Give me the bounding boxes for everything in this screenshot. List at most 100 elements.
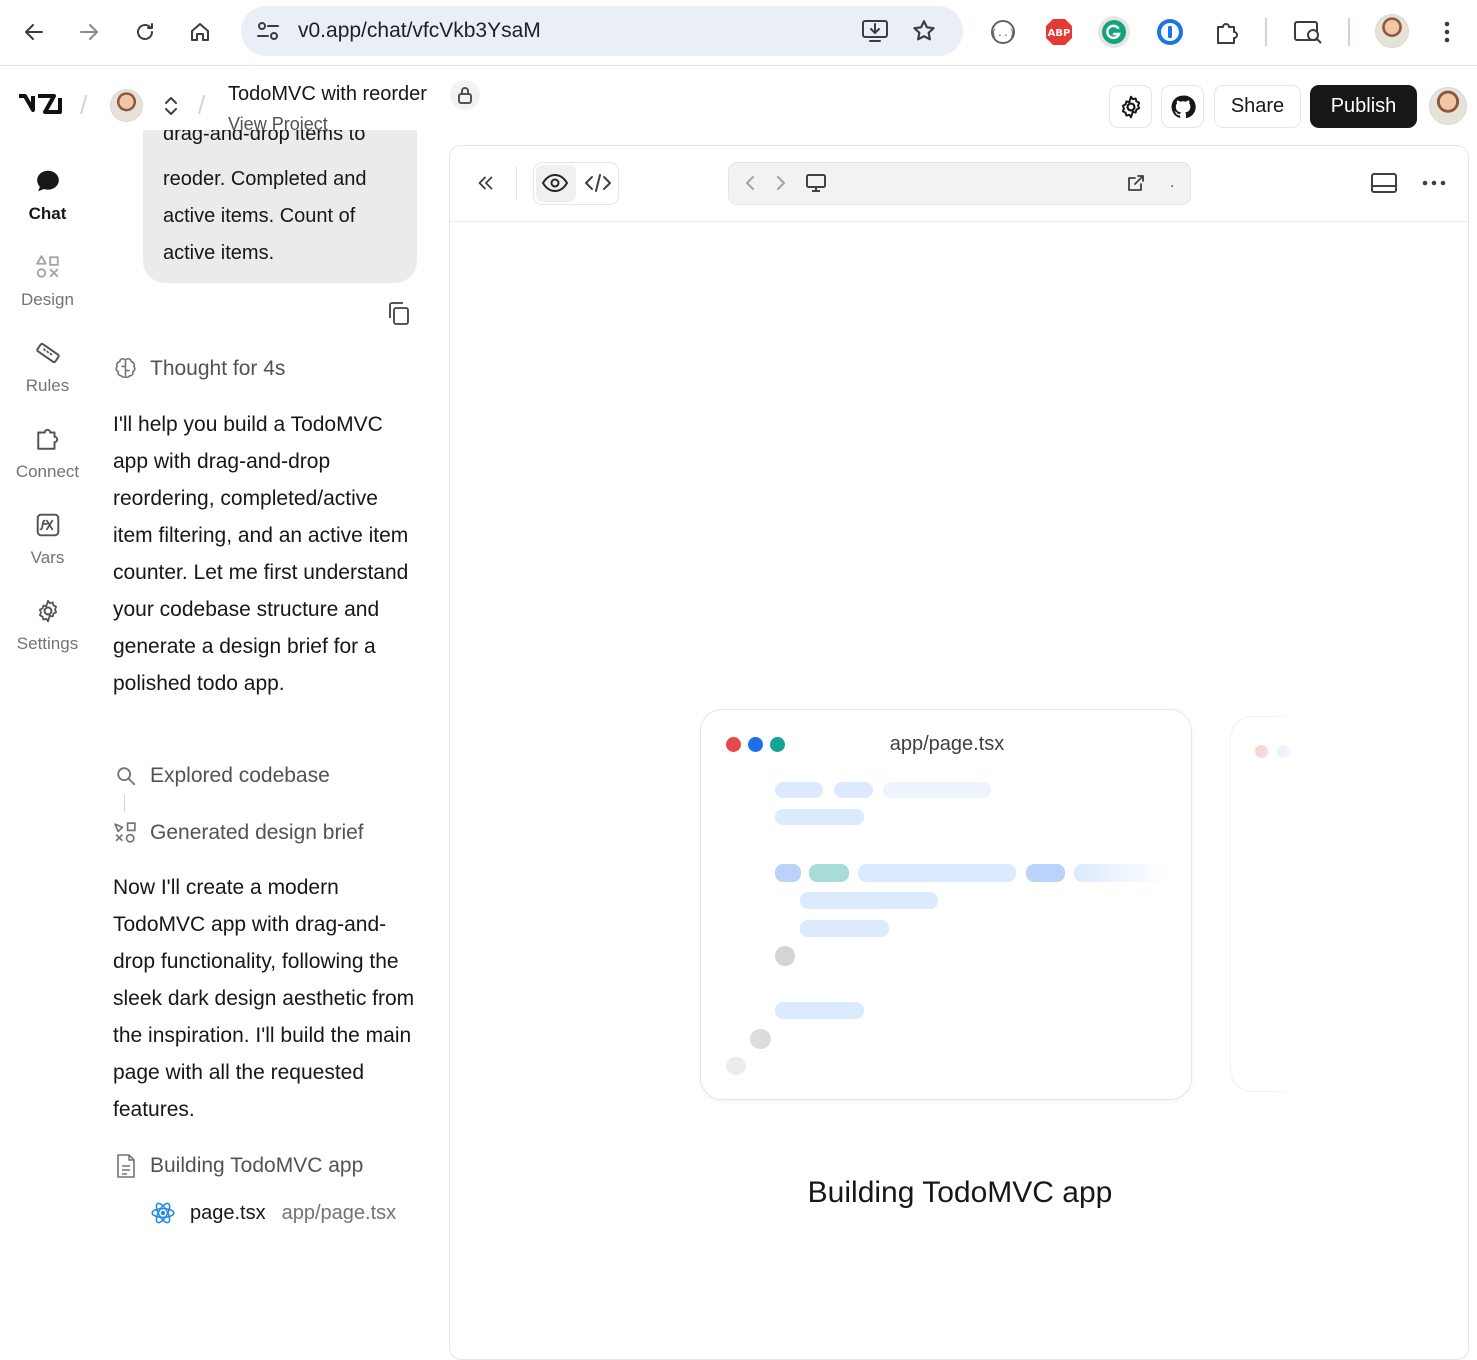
private-lock-icon[interactable] xyxy=(450,80,480,110)
explored-codebase-label: Explored codebase xyxy=(150,764,330,787)
preview-address-bar[interactable] xyxy=(728,162,1191,205)
ruler-icon xyxy=(35,342,60,364)
rail-label: Rules xyxy=(25,376,70,395)
project-settings-button[interactable] xyxy=(1109,85,1152,128)
design-shapes-icon xyxy=(35,255,59,278)
building-step-label: Building TodoMVC app xyxy=(150,1154,364,1177)
toolbar-separator xyxy=(1348,18,1350,46)
rail-item-chat[interactable]: Chat xyxy=(0,168,95,224)
rail-item-rules[interactable]: Rules xyxy=(0,340,95,396)
bookmark-star-icon[interactable] xyxy=(911,18,937,44)
code-skeleton-line xyxy=(800,892,938,909)
assistant-message-1: I'll help you build a TodoMVC app with d… xyxy=(113,413,409,695)
design-shapes-icon xyxy=(113,820,138,845)
file-name: page.tsx xyxy=(190,1201,266,1224)
team-avatar[interactable] xyxy=(110,89,143,122)
rail-label: Connect xyxy=(15,462,80,481)
forward-button[interactable] xyxy=(71,14,107,50)
share-button[interactable]: Share xyxy=(1214,85,1301,128)
reload-button[interactable] xyxy=(127,14,163,50)
breadcrumb-separator: / xyxy=(80,90,88,120)
rail-label: Design xyxy=(21,290,74,309)
v0-logo[interactable] xyxy=(18,92,64,116)
url-text[interactable]: v0.app/chat/vfcVkb3YsaM xyxy=(298,19,541,43)
code-skeleton-line xyxy=(834,782,873,798)
site-settings-icon[interactable] xyxy=(255,19,281,43)
extension-1password-icon[interactable] xyxy=(1152,14,1188,50)
project-title[interactable]: TodoMVC with reorder xyxy=(228,83,427,106)
user-message-cut-line: drag-and-drop items to xyxy=(163,130,366,145)
collapse-chat-icon[interactable] xyxy=(470,168,500,198)
rail-label: Vars xyxy=(30,548,65,567)
explored-codebase-step[interactable]: Explored codebase xyxy=(113,764,330,788)
rail-item-connect[interactable]: Connect xyxy=(0,426,95,482)
home-icon xyxy=(191,23,209,41)
extension-grammarly-icon[interactable] xyxy=(1096,14,1132,50)
react-icon xyxy=(150,1200,176,1226)
assistant-message-2: Now I'll create a modern TodoMVC app wit… xyxy=(113,876,415,1121)
gear-icon xyxy=(38,599,57,623)
file-entry[interactable]: page.tsx app/page.tsx xyxy=(150,1200,396,1226)
gear-icon xyxy=(1121,95,1140,118)
rail-item-settings[interactable]: Settings xyxy=(0,598,95,654)
extension-regex-icon[interactable]: (..) xyxy=(985,14,1021,50)
more-options-icon[interactable] xyxy=(1418,172,1450,194)
code-skeleton-line xyxy=(883,782,991,798)
publish-button[interactable]: Publish xyxy=(1310,85,1417,128)
code-skeleton-line xyxy=(800,920,889,937)
rail-item-design[interactable]: Design xyxy=(0,254,95,310)
variable-icon xyxy=(36,513,59,537)
design-brief-step[interactable]: Generated design brief xyxy=(113,820,364,845)
breadcrumb-separator: / xyxy=(198,90,206,120)
code-skeleton-line xyxy=(809,864,849,882)
card-filename: app/page.tsx xyxy=(889,733,1005,755)
svg-text:ABP: ABP xyxy=(1048,28,1071,39)
open-external-icon[interactable] xyxy=(1125,172,1147,194)
tab-search-icon[interactable] xyxy=(1290,14,1326,50)
thought-step[interactable]: Thought for 4s xyxy=(113,356,285,381)
arrow-right-icon xyxy=(80,24,98,40)
code-skeleton-dot xyxy=(750,1029,771,1049)
code-skeleton-line xyxy=(1074,864,1168,882)
code-view-icon[interactable] xyxy=(582,168,614,198)
chat-bubble-icon xyxy=(36,170,59,192)
building-step[interactable]: Building TodoMVC app xyxy=(113,1153,363,1179)
browser-profile-avatar[interactable] xyxy=(1375,14,1409,48)
code-generation-card: app/page.tsx xyxy=(700,709,1192,1100)
extensions-puzzle-icon[interactable] xyxy=(1208,14,1244,50)
file-path: app/page.tsx xyxy=(281,1201,397,1224)
copy-message-icon[interactable] xyxy=(386,300,412,328)
user-message-text: reoder. Completed and active items. Coun… xyxy=(163,168,367,264)
extension-adblock-icon[interactable]: ABP xyxy=(1041,14,1077,50)
install-app-icon[interactable] xyxy=(861,18,889,44)
user-avatar[interactable] xyxy=(1429,87,1467,125)
plug-icon xyxy=(36,428,58,450)
rail-item-vars[interactable]: Vars xyxy=(0,512,95,568)
browser-menu-icon[interactable] xyxy=(1429,14,1465,50)
carousel-fade-overlay xyxy=(1262,700,1302,1120)
step-connector-line xyxy=(124,794,125,812)
thought-label: Thought for 4s xyxy=(150,356,286,380)
toolbar-separator xyxy=(516,166,517,200)
address-bar[interactable]: v0.app/chat/vfcVkb3YsaM xyxy=(241,6,963,56)
toolbar-separator xyxy=(1265,18,1267,46)
home-button[interactable] xyxy=(182,14,218,50)
svg-text:(..): (..) xyxy=(991,28,1015,39)
github-button[interactable] xyxy=(1161,85,1204,128)
back-button[interactable] xyxy=(16,14,52,50)
toggle-panel-layout-icon[interactable] xyxy=(1369,170,1399,196)
preview-back-icon[interactable] xyxy=(741,174,759,192)
desktop-device-icon[interactable] xyxy=(804,172,828,194)
code-skeleton-line xyxy=(775,782,823,798)
search-icon xyxy=(113,765,138,787)
preview-forward-icon[interactable] xyxy=(772,174,790,192)
rail-label: Settings xyxy=(16,634,79,653)
code-skeleton-line xyxy=(1026,864,1065,882)
code-skeleton-line xyxy=(858,864,1016,882)
code-skeleton-line xyxy=(775,864,801,882)
generation-status-text: Building TodoMVC app xyxy=(807,1176,1113,1209)
preview-eye-icon[interactable] xyxy=(539,168,571,198)
code-skeleton-dot xyxy=(726,1057,746,1075)
design-brief-label: Generated design brief xyxy=(150,820,364,844)
team-switcher-chevrons-icon[interactable] xyxy=(162,95,180,117)
